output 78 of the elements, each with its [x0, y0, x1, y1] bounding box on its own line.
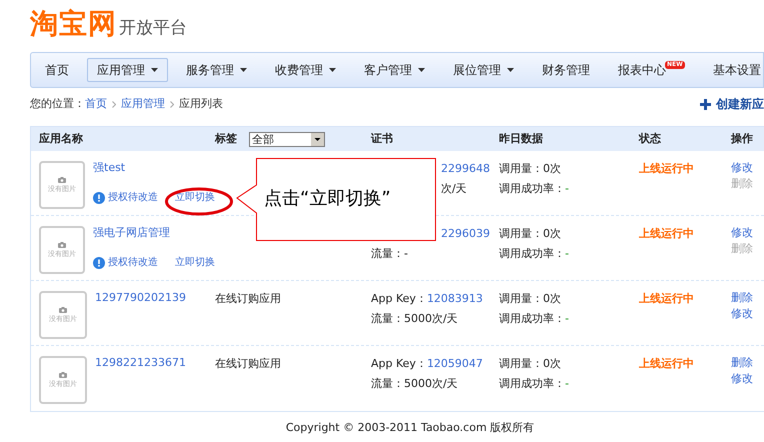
create-app-link[interactable]: 创建新应: [700, 95, 764, 113]
plus-icon: [700, 98, 711, 110]
success-rate-label: 调用成功率：: [499, 310, 565, 326]
chevron-icon: [112, 100, 116, 108]
flow-value: 5000次/天: [404, 376, 458, 392]
status-text: 上线运行中: [639, 162, 694, 175]
success-rate-value: -: [565, 180, 569, 196]
breadcrumb-current: 应用列表: [179, 96, 223, 112]
call-count: 调用量：0次: [499, 356, 562, 372]
tag-select[interactable]: 全部: [249, 132, 325, 146]
app-key-link[interactable]: 2296039: [441, 226, 490, 242]
nav-tab[interactable]: 收费管理: [265, 58, 346, 82]
flow-value: -: [404, 246, 408, 262]
nav-tab[interactable]: 客户管理: [354, 58, 435, 82]
auth-link[interactable]: 授权待改造: [108, 255, 158, 270]
success-rate-value: -: [565, 310, 569, 326]
info-icon: [93, 256, 105, 268]
success-rate-label: 调用成功率：: [499, 246, 565, 262]
column-header: 证书: [371, 132, 393, 145]
app-name-link[interactable]: 强test: [93, 161, 126, 174]
nav-tab[interactable]: 首页: [35, 58, 79, 82]
copyright-text: Copyright © 2003-2011 Taobao.com 版权所有: [286, 420, 534, 436]
app-name-link[interactable]: 1298221233671: [95, 356, 186, 369]
status-text: 上线运行中: [639, 357, 694, 370]
auth-link[interactable]: 授权待改造: [108, 190, 158, 205]
column-header: 操作: [731, 132, 753, 145]
nav-tab[interactable]: 应用管理: [87, 58, 168, 82]
callout-text: 点击“立即切换”: [264, 187, 391, 211]
nav-tab[interactable]: 服务管理: [176, 58, 257, 82]
camera-icon: [58, 177, 66, 183]
action-link[interactable]: 删除: [731, 291, 753, 304]
camera-icon: [58, 242, 66, 248]
brand-logo: 淘宝网: [30, 8, 117, 40]
call-count: 调用量：0次: [499, 226, 562, 242]
column-header: 应用名称: [39, 132, 83, 145]
action-link[interactable]: 删除: [731, 356, 753, 369]
status-text: 上线运行中: [639, 292, 694, 305]
breadcrumb-link[interactable]: 首页: [85, 96, 107, 112]
action-link[interactable]: 修改: [731, 307, 753, 320]
flow-label: 流量：: [371, 246, 404, 262]
call-count: 调用量：0次: [499, 291, 562, 307]
call-count: 调用量：0次: [499, 161, 562, 177]
app-name-link[interactable]: 1297790202139: [95, 291, 186, 304]
highlight-ellipse: [165, 187, 233, 216]
flow-label: 流量：: [371, 376, 404, 392]
flow-value: 5000次/天: [404, 310, 458, 326]
status-text: 上线运行中: [639, 227, 694, 240]
app-key-link[interactable]: 12083913: [426, 291, 483, 308]
action-link[interactable]: 修改: [731, 226, 753, 239]
column-header: 状态: [639, 132, 661, 145]
flow-label: 流量：: [371, 310, 404, 326]
flow-value: 次/天: [441, 180, 467, 196]
nav-tab[interactable]: 展位管理: [443, 58, 524, 82]
tag-text: 在线订购应用: [215, 292, 281, 305]
column-header: 昨日数据: [499, 132, 543, 145]
success-rate-value: -: [565, 246, 569, 262]
action-link[interactable]: 修改: [731, 161, 753, 174]
switch-link[interactable]: 立即切换: [175, 255, 215, 270]
success-rate-value: -: [565, 376, 569, 392]
app-key-label: App Key：: [371, 291, 427, 307]
app-key-label: App Key：: [371, 356, 427, 372]
success-rate-label: 调用成功率：: [499, 376, 565, 392]
chevron-icon: [170, 100, 174, 108]
tag-text: 在线订购应用: [215, 357, 281, 370]
success-rate-label: 调用成功率：: [499, 180, 565, 196]
app-key-link[interactable]: 12059047: [426, 356, 483, 372]
app-name-link[interactable]: 强电子网店管理: [93, 226, 170, 239]
breadcrumb-link[interactable]: 应用管理: [121, 96, 165, 112]
nav-tab[interactable]: 基本设置: [702, 58, 763, 82]
column-header: 标签: [215, 130, 238, 147]
nav-tab[interactable]: 财务管理: [532, 58, 600, 82]
breadcrumb-label: 您的位置：: [30, 96, 85, 112]
info-icon: [93, 192, 105, 204]
camera-icon: [59, 307, 67, 313]
app-key-link[interactable]: 2299648: [441, 161, 490, 178]
action-link[interactable]: 修改: [731, 372, 753, 385]
camera-icon: [59, 372, 67, 378]
product-name: 开放平台: [119, 17, 187, 40]
